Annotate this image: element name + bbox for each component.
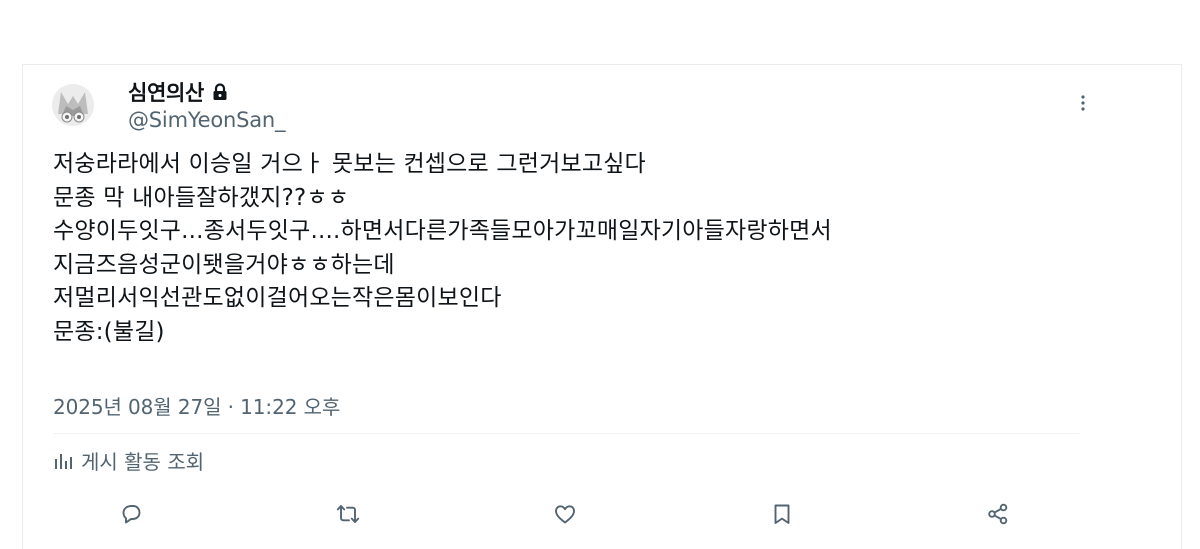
tweet-line: 지금즈음성군이됏을거야ㅎㅎ하는데: [53, 251, 395, 278]
tweet-line: 문종:(불길): [53, 318, 165, 345]
avatar-image: [52, 84, 94, 126]
repost-button[interactable]: [335, 501, 361, 527]
tweet-text: 저숭라라에서 이승일 거으ㅏ 못보는 컨셉으로 그런거보고싶다 문종 막 내아들…: [53, 148, 1063, 349]
share-icon: [988, 503, 1008, 525]
bookmark-icon: [774, 504, 790, 524]
divider: [53, 433, 1079, 434]
reply-button[interactable]: [118, 501, 144, 527]
author-name-row[interactable]: 심연의산: [128, 78, 228, 106]
lock-icon: [212, 83, 228, 101]
heart-icon: [555, 505, 575, 524]
tweet-line: 문종 막 내아들잘하갰지??ㅎㅎ: [53, 184, 350, 211]
tweet-line: 저멀리서익선관도없이걸어오는작은몸이보인다: [53, 285, 502, 311]
share-button[interactable]: [985, 501, 1011, 527]
view-post-activity-link[interactable]: 게시 활동 조회: [53, 446, 204, 475]
analytics-icon: [53, 451, 73, 471]
activity-label: 게시 활동 조회: [81, 450, 205, 474]
author-handle[interactable]: @SimYeonSan_: [128, 108, 286, 132]
tweet-timestamp[interactable]: 2025년 08월 27일 · 11:22 오후: [53, 391, 340, 420]
avatar[interactable]: [52, 84, 94, 126]
bookmark-button[interactable]: [769, 501, 795, 527]
repost-icon: [336, 505, 360, 523]
like-button[interactable]: [552, 501, 578, 527]
more-options-button[interactable]: [1071, 91, 1095, 115]
reply-icon: [122, 505, 141, 524]
more-icon: [1081, 95, 1085, 111]
tweet-line: 수양이두잇구...종서두잇구....하면서다른가족들모아가꼬매일자기아들자랑하면…: [53, 218, 832, 244]
tweet-line: 저숭라라에서 이승일 거으ㅏ 못보는 컨셉으로 그런거보고싶다: [53, 151, 646, 177]
display-name[interactable]: 심연의산: [128, 77, 204, 107]
